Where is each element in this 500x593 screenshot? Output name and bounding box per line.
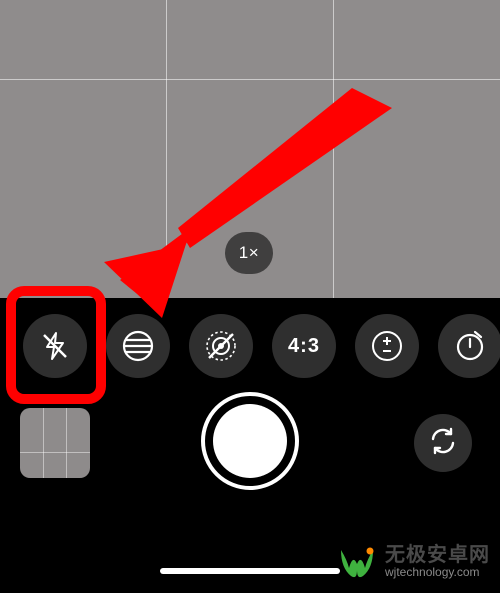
- grid-line: [333, 0, 334, 298]
- aspect-ratio-label: 4:3: [288, 335, 320, 358]
- filter-button[interactable]: [106, 314, 170, 378]
- watermark-text: 无极安卓网 wjtechnology.com: [385, 544, 490, 579]
- live-off-icon: [203, 328, 239, 364]
- home-indicator[interactable]: [160, 568, 340, 574]
- zoom-level-button[interactable]: 1×: [225, 232, 273, 274]
- flash-button[interactable]: [23, 314, 87, 378]
- timer-button[interactable]: [438, 314, 500, 378]
- grid-line: [43, 408, 44, 478]
- grid-line: [0, 79, 500, 80]
- plus-minus-icon: [370, 329, 404, 363]
- watermark-logo-icon: [335, 540, 379, 584]
- live-photo-button[interactable]: [189, 314, 253, 378]
- gallery-thumbnail[interactable]: [20, 408, 90, 478]
- switch-camera-button[interactable]: [414, 414, 472, 472]
- flash-off-icon: [39, 330, 71, 362]
- watermark-title: 无极安卓网: [385, 544, 490, 566]
- grid-line: [20, 452, 90, 453]
- aspect-ratio-button[interactable]: 4:3: [272, 314, 336, 378]
- switch-camera-icon: [427, 425, 459, 462]
- shutter-button[interactable]: [213, 404, 287, 478]
- timer-icon: [453, 329, 487, 363]
- camera-options-row: 4:3: [0, 314, 500, 378]
- watermark-subtitle: wjtechnology.com: [385, 566, 490, 579]
- grid-line: [166, 0, 167, 298]
- camera-screen: 1×: [0, 0, 500, 593]
- exposure-button[interactable]: [355, 314, 419, 378]
- watermark: 无极安卓网 wjtechnology.com: [335, 537, 490, 587]
- camera-viewfinder[interactable]: 1×: [0, 0, 500, 298]
- grid-line: [66, 408, 67, 478]
- zoom-level-label: 1×: [239, 243, 259, 263]
- filter-lines-icon: [121, 329, 155, 363]
